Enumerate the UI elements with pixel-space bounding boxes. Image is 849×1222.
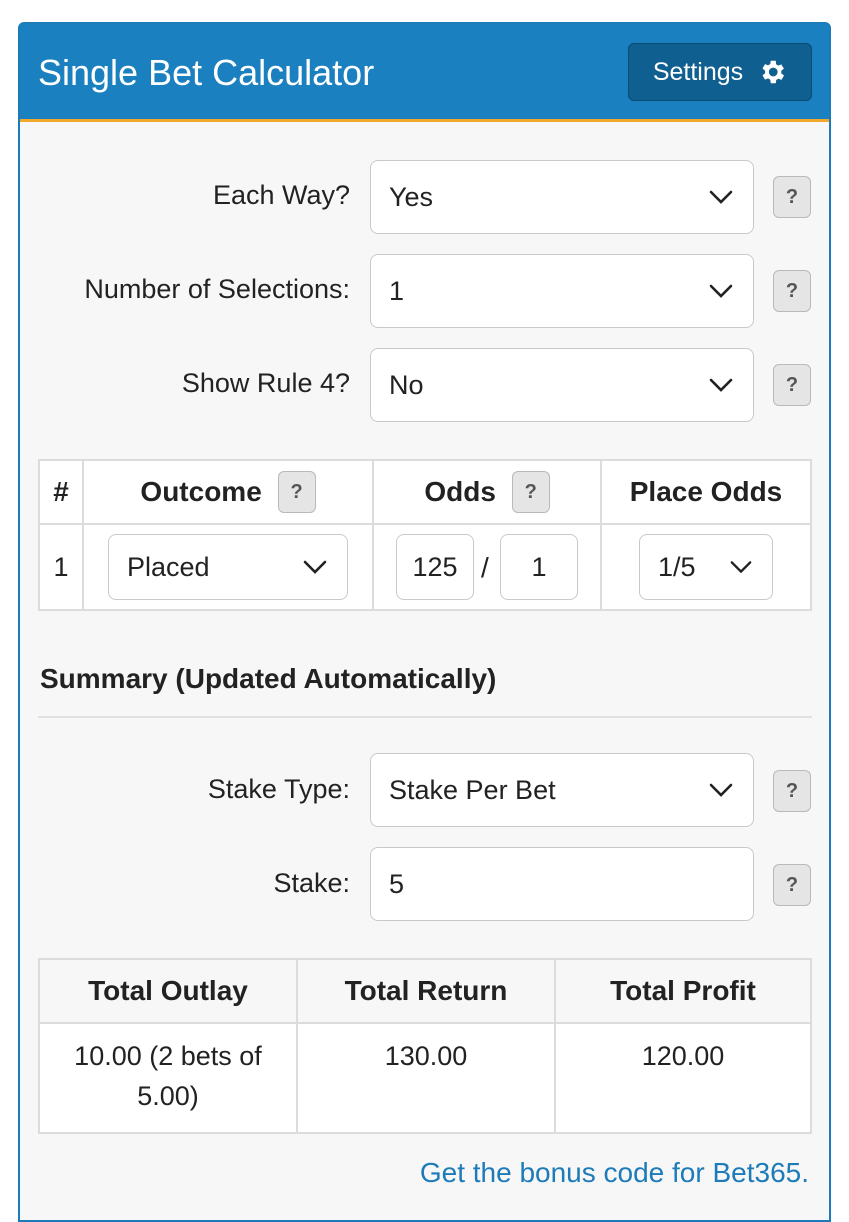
settings-button[interactable]: Settings: [628, 43, 812, 101]
outcome-select[interactable]: Placed: [108, 534, 348, 600]
outcome-header-label: Outcome: [140, 476, 262, 507]
header-place-odds: Place Odds: [600, 459, 812, 525]
header-total-outlay: Total Outlay: [38, 958, 298, 1024]
stake-type-value: Stake Per Bet: [389, 774, 556, 805]
total-profit-value: 120.00: [554, 1022, 812, 1134]
header-number: #: [38, 459, 84, 525]
place-odds-value: 1/5: [658, 551, 696, 582]
bonus-code-link[interactable]: Get the bonus code for Bet365.: [420, 1157, 809, 1189]
totals-table: Total Outlay Total Return Total Profit 1…: [38, 958, 812, 1134]
each-way-help-button[interactable]: ?: [773, 176, 811, 218]
each-way-select[interactable]: Yes: [370, 160, 754, 234]
header-outcome: Outcome ?: [82, 459, 374, 525]
each-way-value: Yes: [389, 181, 434, 212]
gear-icon: [762, 60, 785, 84]
selections-label: Number of Selections:: [84, 274, 350, 304]
rule4-value: No: [389, 369, 424, 400]
odds-help-button[interactable]: ?: [511, 471, 550, 513]
odds-numerator-input[interactable]: 125: [396, 534, 474, 600]
summary-divider: [38, 716, 812, 718]
header-odds: Odds ?: [372, 459, 602, 525]
stake-type-select[interactable]: Stake Per Bet: [370, 753, 754, 827]
stake-input[interactable]: 5: [370, 847, 754, 921]
outcome-value: Placed: [127, 551, 210, 582]
selections-select[interactable]: 1: [370, 254, 754, 328]
total-outlay-value: 10.00 (2 bets of 5.00): [38, 1022, 298, 1134]
total-return-value: 130.00: [296, 1022, 556, 1134]
page-title: Single Bet Calculator: [38, 52, 375, 93]
stake-label: Stake:: [273, 868, 350, 898]
stake-help-button[interactable]: ?: [773, 864, 811, 906]
selections-help-button[interactable]: ?: [773, 270, 811, 312]
summary-title: Summary (Updated Automatically): [40, 663, 497, 694]
header-total-return: Total Return: [296, 958, 556, 1024]
rule4-label: Show Rule 4?: [181, 368, 350, 398]
odds-header-label: Odds: [424, 476, 496, 507]
each-way-label: Each Way?: [212, 180, 350, 210]
rule4-select[interactable]: No: [370, 348, 754, 422]
place-odds-select[interactable]: 1/5: [639, 534, 773, 600]
outcome-help-button[interactable]: ?: [277, 471, 316, 513]
stake-type-label: Stake Type:: [207, 774, 350, 804]
chevron-down-icon: [730, 561, 752, 574]
chevron-down-icon: [709, 378, 733, 392]
settings-label: Settings: [652, 57, 744, 86]
chevron-down-icon: [709, 190, 733, 204]
header-total-profit: Total Profit: [554, 958, 812, 1024]
row-number: 1: [38, 523, 84, 611]
stake-value: 5: [389, 868, 405, 899]
chevron-down-icon: [709, 783, 733, 797]
odds-separator: /: [481, 552, 489, 583]
stake-type-help-button[interactable]: ?: [773, 770, 811, 812]
odds-denominator-input[interactable]: 1: [500, 534, 578, 600]
chevron-down-icon: [303, 560, 327, 574]
selections-value: 1: [389, 275, 405, 306]
chevron-down-icon: [709, 284, 733, 298]
rule4-help-button[interactable]: ?: [773, 364, 811, 406]
panel-header: Single Bet Calculator Settings: [20, 24, 829, 122]
calculator-panel: Single Bet Calculator Settings Each Way?…: [18, 22, 831, 1222]
